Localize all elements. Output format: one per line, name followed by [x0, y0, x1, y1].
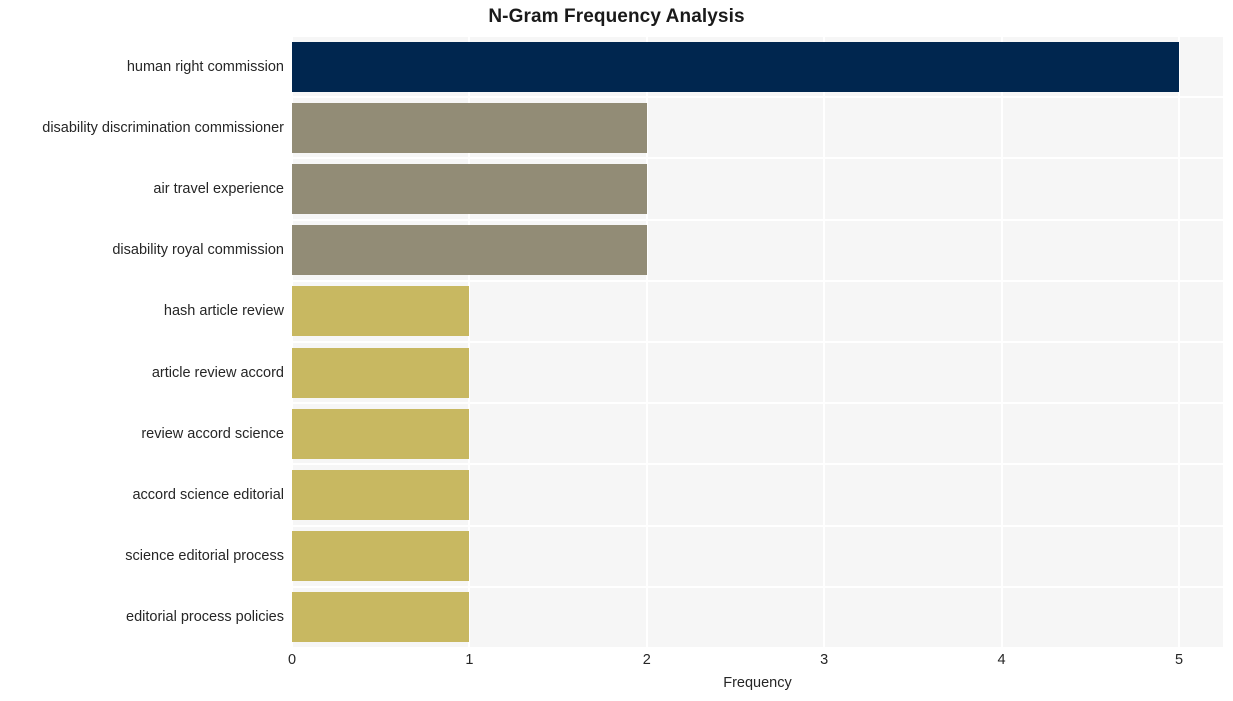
- x-axis-tick-label: 1: [465, 652, 474, 668]
- y-axis-tick-label: hash article review: [163, 303, 284, 319]
- bar[interactable]: [292, 409, 470, 459]
- gridline-horizontal: [292, 463, 1223, 465]
- y-axis-tick-label: review accord science: [141, 426, 284, 442]
- y-axis-tick-labels: human right commission disability discrim…: [0, 36, 284, 648]
- y-axis-tick-label: article review accord: [151, 365, 284, 381]
- gridline-horizontal: [292, 157, 1223, 159]
- y-axis-tick-label: science editorial process: [125, 548, 284, 564]
- bar[interactable]: [292, 286, 470, 336]
- y-axis-tick-label: human right commission: [126, 59, 284, 75]
- ngram-frequency-bar-chart: N-Gram Frequency Analysis human right co…: [0, 0, 1233, 701]
- x-axis-tick-label: 0: [287, 652, 297, 668]
- gridline-horizontal: [292, 341, 1223, 343]
- gridline-horizontal: [292, 525, 1223, 527]
- bar[interactable]: [292, 42, 1179, 92]
- y-axis-tick-label: accord science editorial: [132, 487, 284, 503]
- x-axis-tick-label: 2: [642, 652, 651, 668]
- gridline-horizontal: [292, 219, 1223, 221]
- x-axis-tick-labels: 0 1 2 3 4 5: [0, 652, 1233, 674]
- bar[interactable]: [292, 592, 470, 642]
- x-axis-title: Frequency: [723, 675, 792, 691]
- gridline-horizontal: [292, 586, 1223, 588]
- bar[interactable]: [292, 225, 647, 275]
- plot-area: [292, 36, 1223, 648]
- bar[interactable]: [292, 164, 647, 214]
- x-axis-tick-label: 5: [1174, 652, 1184, 668]
- gridline-horizontal: [292, 36, 1223, 37]
- y-axis-tick-label: editorial process policies: [126, 609, 284, 625]
- y-axis-tick-label: disability royal commission: [112, 242, 284, 258]
- gridline-horizontal: [292, 402, 1223, 404]
- y-axis-tick-label: air travel experience: [153, 181, 284, 197]
- gridline-horizontal: [292, 96, 1223, 98]
- bar[interactable]: [292, 103, 647, 153]
- gridline-horizontal: [292, 647, 1223, 648]
- bar[interactable]: [292, 470, 470, 520]
- bar[interactable]: [292, 531, 470, 581]
- x-axis-tick-label: 3: [820, 652, 829, 668]
- y-axis-tick-label: disability discrimination commissioner: [42, 120, 284, 136]
- bar[interactable]: [292, 348, 470, 398]
- x-axis-tick-label: 4: [997, 652, 1006, 668]
- gridline-horizontal: [292, 280, 1223, 282]
- chart-title: N-Gram Frequency Analysis: [488, 6, 745, 27]
